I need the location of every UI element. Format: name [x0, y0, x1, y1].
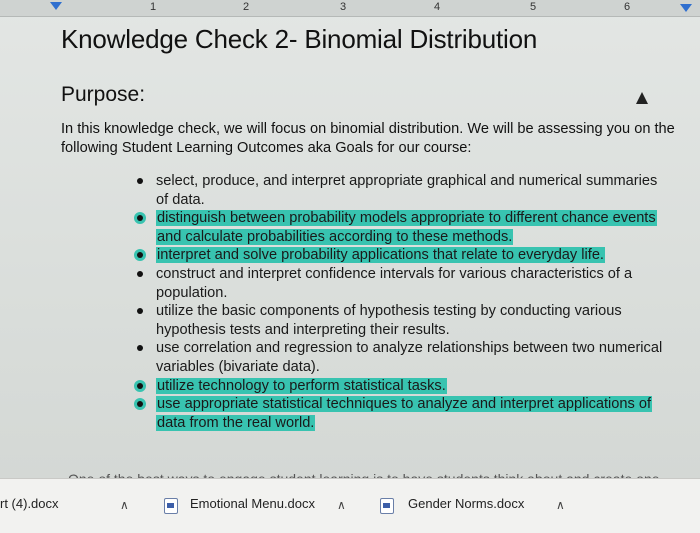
indent-marker-icon[interactable] — [50, 2, 62, 10]
download-item-label[interactable]: rt (4).docx — [0, 496, 59, 511]
download-item-label[interactable]: Emotional Menu.docx — [190, 496, 315, 511]
right-indent-marker-icon[interactable] — [680, 4, 692, 12]
ruler-number: 3 — [340, 1, 347, 13]
goal-text: utilize the basic components of hypothes… — [156, 303, 622, 338]
bullet-icon — [137, 215, 143, 222]
goal-text: construct and interpret confidence inter… — [156, 265, 633, 301]
word-doc-icon — [380, 498, 394, 514]
bullet-icon — [137, 252, 143, 259]
goal-item: construct and interpret confidence inter… — [137, 265, 670, 302]
goal-text: utilize technology to perform statistica… — [156, 377, 447, 394]
goal-item: interpret and solve probability applicat… — [137, 246, 670, 265]
bullet-icon — [137, 382, 143, 389]
bullet-icon — [137, 270, 143, 277]
bullet-icon — [137, 345, 143, 352]
document-page: 1 2 3 4 5 6 Knowledge Check 2- Binomial … — [0, 0, 700, 478]
cutoff-paragraph: One of the best ways to engage student l… — [68, 469, 668, 478]
bullet-icon — [137, 401, 143, 408]
mouse-cursor-icon — [636, 92, 648, 104]
goal-item: distinguish between probability models a… — [137, 209, 670, 246]
goal-item: utilize the basic components of hypothes… — [137, 302, 670, 339]
ruler-number: 6 — [624, 1, 631, 13]
goal-item: utilize technology to perform statistica… — [137, 377, 670, 396]
ruler-number: 4 — [434, 1, 441, 13]
ruler-number: 1 — [150, 1, 157, 13]
download-item-label[interactable]: Gender Norms.docx — [408, 496, 524, 511]
chevron-up-icon[interactable]: ∧ — [337, 498, 346, 512]
goal-text: use appropriate statistical techniques t… — [156, 396, 653, 431]
ruler[interactable]: 1 2 3 4 5 6 — [0, 0, 700, 17]
ruler-number: 2 — [243, 1, 250, 13]
purpose-heading: Purpose: — [61, 83, 146, 106]
goal-item: use appropriate statistical techniques t… — [137, 395, 670, 432]
chevron-up-icon[interactable]: ∧ — [556, 498, 565, 512]
bullet-icon — [137, 178, 143, 184]
goal-text: select, produce, and interpret appropria… — [156, 173, 658, 208]
goal-item: use correlation and regression to analyz… — [137, 339, 670, 376]
chevron-up-icon[interactable]: ∧ — [120, 498, 129, 512]
goal-text: distinguish between probability models a… — [156, 210, 657, 245]
download-bar: rt (4).docx ∧ Emotional Menu.docx ∧ Gend… — [0, 478, 700, 533]
goal-item: select, produce, and interpret appropria… — [137, 172, 670, 209]
document-title: Knowledge Check 2- Binomial Distribution — [61, 24, 538, 54]
word-doc-icon — [164, 498, 178, 514]
ruler-number: 5 — [530, 1, 537, 13]
goals-list: select, produce, and interpret appropria… — [137, 172, 670, 432]
goal-text: use correlation and regression to analyz… — [156, 340, 663, 375]
goal-text: interpret and solve probability applicat… — [156, 247, 605, 264]
bullet-icon — [137, 308, 143, 315]
intro-paragraph: In this knowledge check, we will focus o… — [61, 121, 675, 156]
